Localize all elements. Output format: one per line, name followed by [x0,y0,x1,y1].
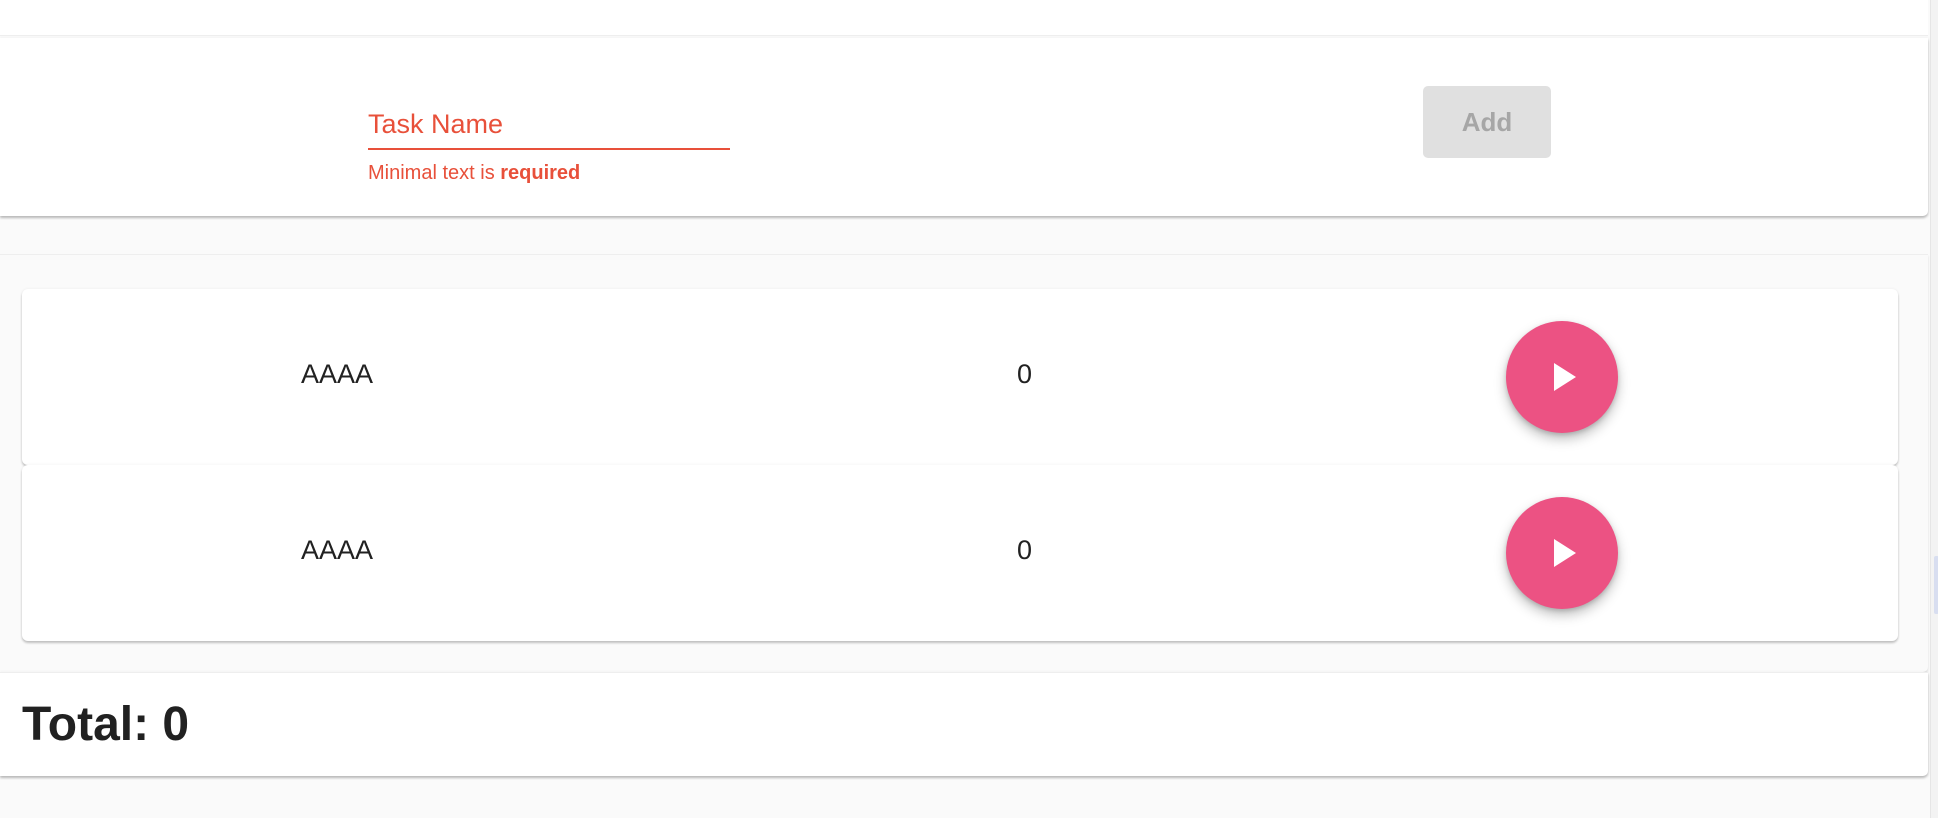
play-icon [1554,539,1576,567]
task-list: AAAA 0 AAAA 0 [0,254,1928,672]
task-row: AAAA 0 [22,465,1898,641]
scrollbar-thumb[interactable] [1934,556,1938,614]
task-name: AAAA [301,535,374,565]
task-name-field: Minimal text is required [368,100,730,185]
top-strip [0,0,1928,36]
play-button[interactable] [1506,497,1618,609]
error-text: Minimal text is [368,162,501,184]
play-button[interactable] [1506,321,1618,433]
add-task-form-card: Minimal text is required Add [0,38,1928,216]
add-button[interactable]: Add [1423,86,1551,158]
task-count: 0 [1017,359,1033,389]
task-name: AAAA [301,359,374,389]
total-label: Total: 0 [22,698,190,751]
page: Minimal text is required Add AAAA 0 AAAA… [0,0,1938,818]
task-count: 0 [1017,535,1033,565]
task-name-input[interactable] [368,100,730,150]
total-card: Total: 0 [0,672,1928,776]
task-row: AAAA 0 [22,289,1898,465]
error-emphasis: required [500,162,581,184]
vertical-scrollbar[interactable] [1930,0,1938,818]
task-name-error: Minimal text is required [368,162,730,185]
play-icon [1554,363,1576,391]
